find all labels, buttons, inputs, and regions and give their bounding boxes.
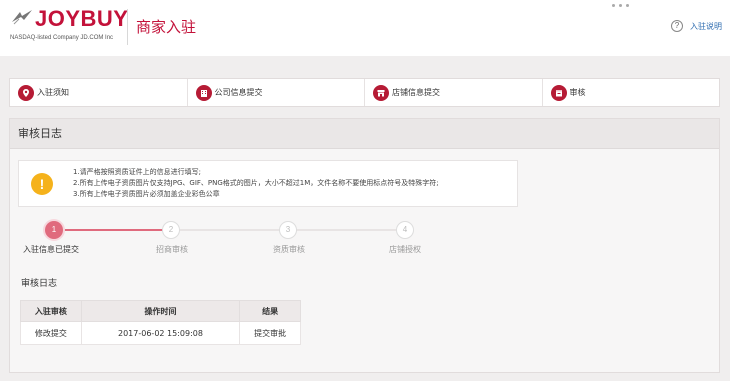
help-icon[interactable]: ? bbox=[671, 20, 683, 32]
joybuy-logo[interactable]: JOYBUY NASDAQ-listed Company JD.COM Inc bbox=[10, 6, 128, 46]
review-log-panel: 审核日志 ! 1.请严格按照资质证件上的信息进行填写; 2.所有上传电子资质图片… bbox=[9, 118, 720, 373]
map-pin-icon bbox=[18, 84, 34, 101]
tab-company-info[interactable]: 公司信息提交 bbox=[188, 79, 365, 106]
notice-line: 1.请严格按照资质证件上的信息进行填写; bbox=[73, 168, 202, 176]
header-divider bbox=[127, 9, 128, 45]
notice-line: 2.所有上传电子资质图片仅支持JPG、GIF、PNG格式的图片，大小不超过1M，… bbox=[73, 179, 439, 187]
step-3-dot: 3 bbox=[279, 221, 297, 239]
tab-label: 审核 bbox=[569, 88, 586, 97]
step-2-dot: 2 bbox=[162, 221, 180, 239]
step-1-dot: 1 bbox=[45, 221, 63, 239]
tab-notice[interactable]: 入驻须知 bbox=[10, 79, 188, 106]
notice-line: 3.所有上传电子资质图片必须加盖企业彩色公章 bbox=[73, 190, 220, 198]
progress-steps: 1 2 3 4 入驻信息已提交 招商审核 资质审核 店铺授权 bbox=[23, 219, 460, 259]
table-header-row: 入驻审核 操作时间 结果 bbox=[20, 300, 301, 322]
notice-text: 1.请严格按照资质证件上的信息进行填写; 2.所有上传电子资质图片仅支持JPG、… bbox=[73, 167, 439, 200]
top-header: JOYBUY NASDAQ-listed Company JD.COM Inc … bbox=[0, 0, 730, 56]
progress-line-active bbox=[58, 229, 172, 231]
notice-box: ! 1.请严格按照资质证件上的信息进行填写; 2.所有上传电子资质图片仅支持JP… bbox=[18, 160, 518, 207]
calendar-icon bbox=[550, 84, 567, 101]
panel-title: 审核日志 bbox=[10, 119, 719, 149]
column-header: 入驻审核 bbox=[20, 300, 82, 322]
column-header: 结果 bbox=[239, 300, 301, 322]
table-cell: 2017-06-02 15:09:08 bbox=[80, 321, 241, 345]
column-header: 操作时间 bbox=[80, 300, 241, 322]
bird-logo-icon bbox=[12, 10, 32, 25]
tab-label: 入驻须知 bbox=[37, 88, 69, 97]
step-4-dot: 4 bbox=[396, 221, 414, 239]
tab-review[interactable]: 审核 bbox=[543, 79, 720, 106]
help-link[interactable]: 入驻说明 bbox=[690, 21, 722, 32]
step-2-label: 招商审核 bbox=[156, 245, 188, 254]
top-dots bbox=[612, 0, 682, 7]
tab-store-info[interactable]: 店铺信息提交 bbox=[365, 79, 543, 106]
tab-label: 公司信息提交 bbox=[214, 88, 263, 97]
step-1-label: 入驻信息已提交 bbox=[23, 245, 79, 254]
log-subtitle: 审核日志 bbox=[21, 279, 58, 289]
table-row: 修改提交 2017-06-02 15:09:08 提交审批 bbox=[20, 321, 301, 345]
store-icon bbox=[373, 84, 389, 101]
table-cell: 修改提交 bbox=[20, 321, 82, 345]
logo-text: JOYBUY bbox=[35, 6, 129, 31]
review-log-table: 入驻审核 操作时间 结果 修改提交 2017-06-02 15:09:08 提交… bbox=[20, 300, 301, 345]
warning-icon: ! bbox=[31, 173, 53, 195]
building-icon bbox=[195, 84, 212, 101]
page-title: 商家入驻 bbox=[136, 18, 197, 36]
process-tabs: 入驻须知 公司信息提交 店铺信息提交 审核 bbox=[9, 78, 720, 107]
table-cell: 提交审批 bbox=[239, 321, 301, 345]
tab-label: 店铺信息提交 bbox=[392, 88, 440, 97]
step-3-label: 资质审核 bbox=[273, 245, 305, 254]
logo-subtitle: NASDAQ-listed Company JD.COM Inc bbox=[10, 35, 114, 41]
step-4-label: 店铺授权 bbox=[389, 245, 421, 254]
